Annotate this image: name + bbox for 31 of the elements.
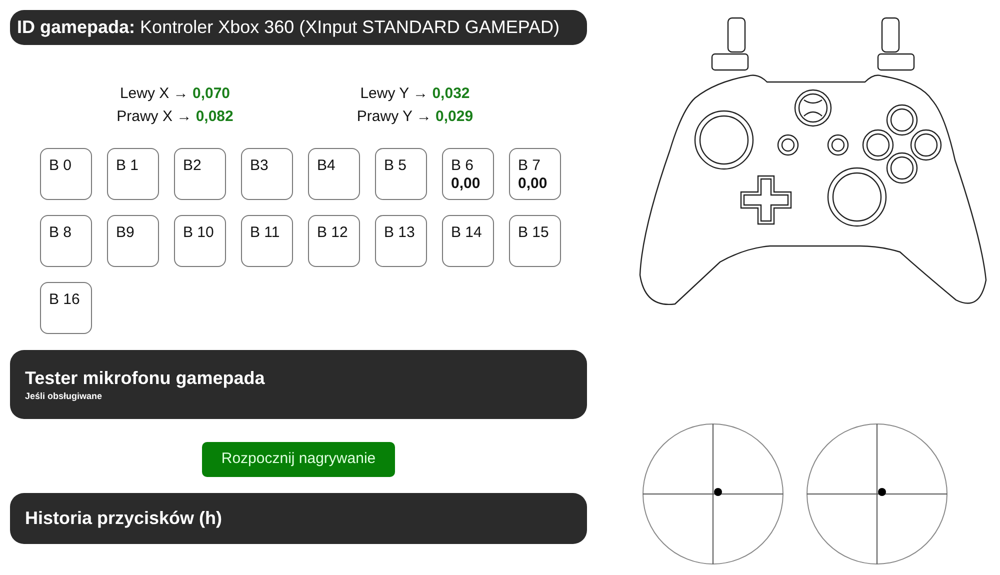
gamepad-button-tile: B 5: [375, 148, 427, 200]
axis-label: Lewy Y →: [360, 85, 428, 102]
gamepad-button-tile: B 8: [40, 215, 92, 267]
gamepad-button-tile: B 12: [308, 215, 360, 267]
gamepad-button-tile: B 7 0,00: [509, 148, 561, 200]
record-button[interactable]: Rozpocznij nagrywanie: [202, 442, 395, 477]
panel-title: Historia przycisków (h): [25, 507, 222, 530]
gamepad-name: Kontroler Xbox 360 (XInput STANDARD GAMEPAD): [140, 17, 560, 37]
axis-label: Prawy Y →: [356, 108, 432, 125]
gamepad-button-tile: B4: [308, 148, 360, 200]
gamepad-button-tile: B2: [174, 148, 226, 200]
gamepad-button-tile: B 11: [241, 215, 293, 267]
id-label: ID gamepada:: [17, 17, 136, 37]
gamepad-button-tile: B 15: [509, 215, 561, 267]
gamepad-button-tile: B 0: [40, 148, 92, 200]
axis-label: Prawy X →: [116, 108, 192, 125]
axis-value: 0,082: [196, 108, 234, 125]
gamepad-button-tile: B 16: [40, 282, 92, 334]
gamepad-button-tile: B3: [241, 148, 293, 200]
gamepad-button-tile: B 13: [375, 215, 427, 267]
panel-title: Tester mikrofonu gamepada: [25, 366, 266, 388]
gamepad-button-tile: B 14: [442, 215, 494, 267]
axis-value: 0,032: [432, 85, 470, 102]
gamepad-button-tile: B 6 0,00: [442, 148, 494, 200]
axis-value: 0,070: [192, 85, 230, 102]
axis-label: Lewy X →: [120, 85, 188, 102]
axis-value: 0,029: [436, 108, 474, 125]
gamepad-button-tile: B 10: [174, 215, 226, 267]
gamepad-button-tile: B9: [107, 215, 159, 267]
panel-subtitle: Jeśli obsługiwane: [25, 390, 104, 402]
gamepad-button-tile: B 1: [107, 148, 159, 200]
